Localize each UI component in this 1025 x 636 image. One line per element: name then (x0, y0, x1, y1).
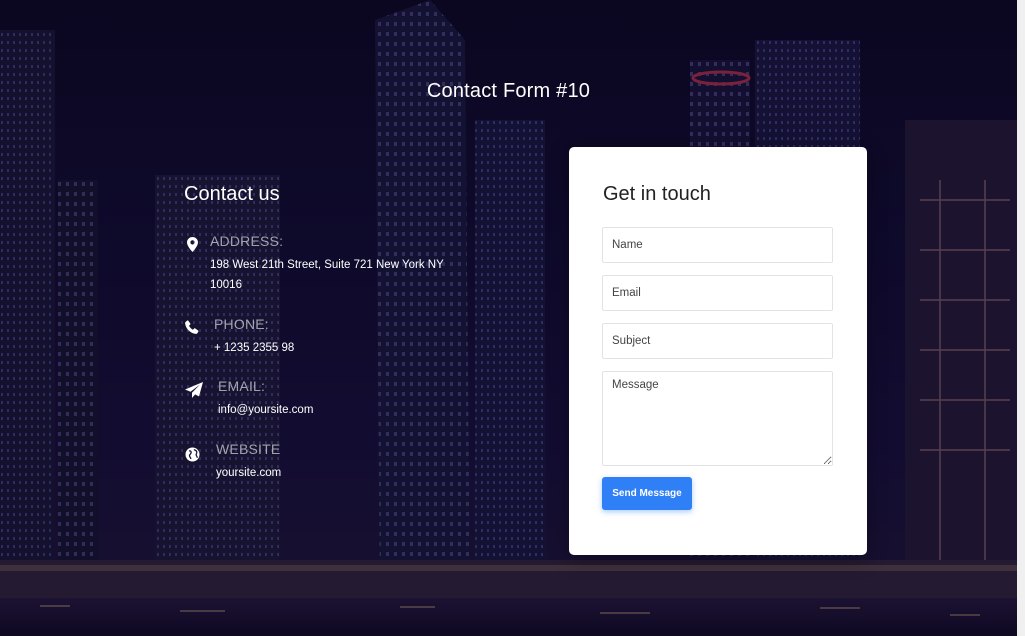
phone-label: PHONE: (214, 316, 269, 332)
contact-item-text: EMAIL: info@yoursite.com (218, 378, 313, 420)
contact-form-card: Get in touch Send Message (569, 147, 867, 555)
email-label: EMAIL: (218, 378, 266, 394)
contact-item-text: WEBSITE yoursite.com (216, 441, 281, 483)
contact-heading: Contact us (184, 183, 280, 205)
address-label: ADDRESS: (210, 233, 284, 249)
contact-item-text: PHONE: + 1235 2355 98 (214, 316, 294, 358)
contact-item-website: WEBSITE yoursite.com (184, 441, 281, 483)
content: Contact Form #10 Contact us ADDRESS: 198… (0, 0, 1025, 636)
email-input[interactable] (602, 275, 833, 311)
phone-value: + 1235 2355 98 (214, 342, 295, 354)
scrollbar-track[interactable] (1017, 0, 1025, 636)
page: Contact Form #10 Contact us ADDRESS: 198… (0, 0, 1025, 636)
website-label: WEBSITE (216, 441, 281, 457)
send-message-button[interactable]: Send Message (602, 477, 692, 510)
contact-info-panel: Contact us ADDRESS: 198 West 21th Street… (184, 183, 484, 479)
contact-item-address: ADDRESS: 198 West 21th Street, Suite 721… (184, 233, 445, 295)
paper-plane-icon (184, 381, 204, 399)
contact-item-email: EMAIL: info@yoursite.com (184, 378, 313, 420)
page-title: Contact Form #10 (426, 80, 591, 102)
address-value: 198 West 21th Street, Suite 721 New York… (210, 259, 444, 291)
name-input[interactable] (602, 227, 833, 263)
website-value: yoursite.com (216, 467, 282, 479)
phone-icon (184, 319, 200, 335)
email-value: info@yoursite.com (218, 404, 314, 416)
form-title: Get in touch (603, 183, 711, 205)
contact-item-text: ADDRESS: 198 West 21th Street, Suite 721… (210, 233, 445, 295)
map-marker-icon (184, 236, 200, 252)
subject-input[interactable] (602, 323, 833, 359)
globe-icon (184, 446, 200, 462)
contact-item-phone: PHONE: + 1235 2355 98 (184, 316, 294, 358)
message-textarea[interactable] (602, 371, 833, 466)
